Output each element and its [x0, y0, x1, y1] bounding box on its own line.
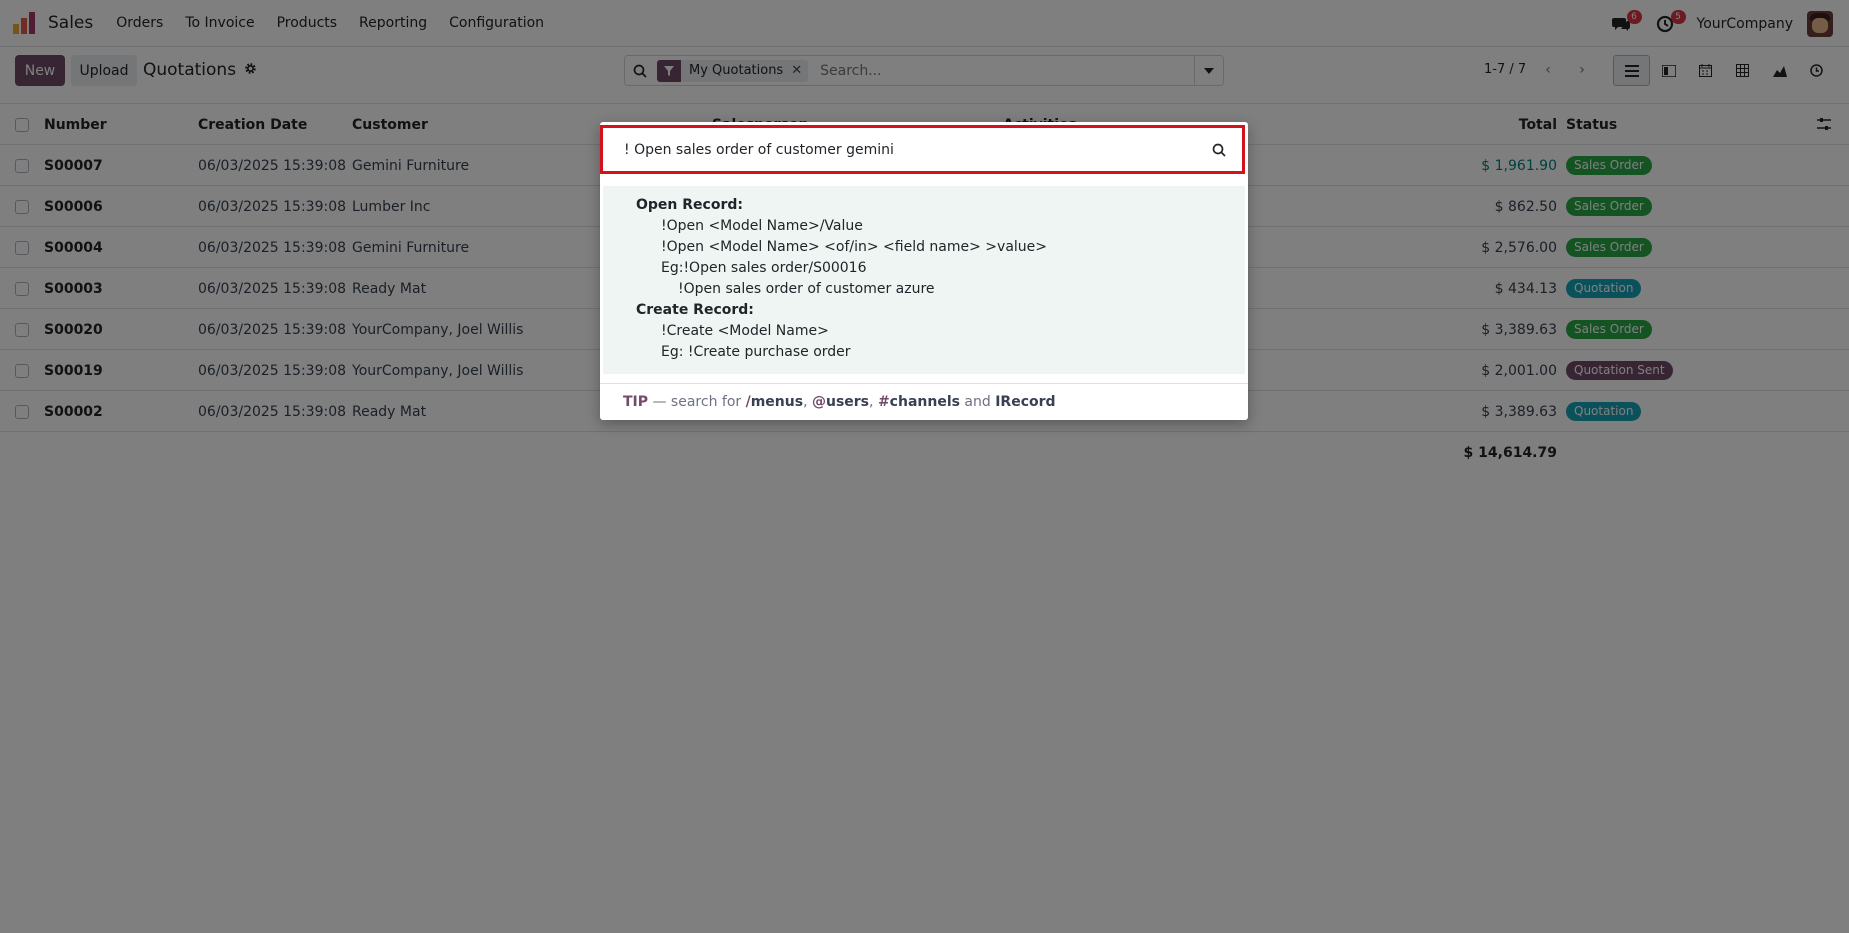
tip-text: — search for — [648, 394, 746, 410]
tip-label: TIP — [623, 394, 649, 410]
tip-record: IRecord — [995, 394, 1056, 410]
command-input-box[interactable]: ! Open sales order of customer gemini — [600, 125, 1245, 174]
help-line: !Open sales order of customer azure — [678, 281, 935, 297]
help-line: Eg: !Create purchase order — [661, 344, 851, 360]
palette-tip: TIP — search for / menus, @ users, # channe… — [600, 383, 1248, 420]
search-icon — [1196, 143, 1242, 157]
command-input[interactable]: ! Open sales order of customer gemini — [603, 142, 1196, 158]
help-line: !Create <Model Name> — [661, 323, 829, 339]
open-record-title: Open Record: — [636, 197, 743, 213]
tip-channels: channels — [889, 394, 960, 410]
tip-menus: menus — [750, 394, 804, 410]
help-line: !Open <Model Name>/Value — [661, 218, 863, 234]
tip-users: users — [825, 394, 870, 410]
tip-and: and — [959, 394, 996, 410]
help-line: Eg:!Open sales order/S00016 — [661, 260, 867, 276]
command-help: Open Record: !Open <Model Name>/Value !O… — [603, 186, 1245, 374]
command-palette: ! Open sales order of customer gemini Op… — [600, 122, 1248, 420]
tip-key: @ — [811, 394, 826, 410]
help-line: !Open <Model Name> <of/in> <field name> … — [661, 239, 1048, 255]
tip-key: # — [877, 394, 890, 410]
create-record-title: Create Record: — [636, 302, 754, 318]
